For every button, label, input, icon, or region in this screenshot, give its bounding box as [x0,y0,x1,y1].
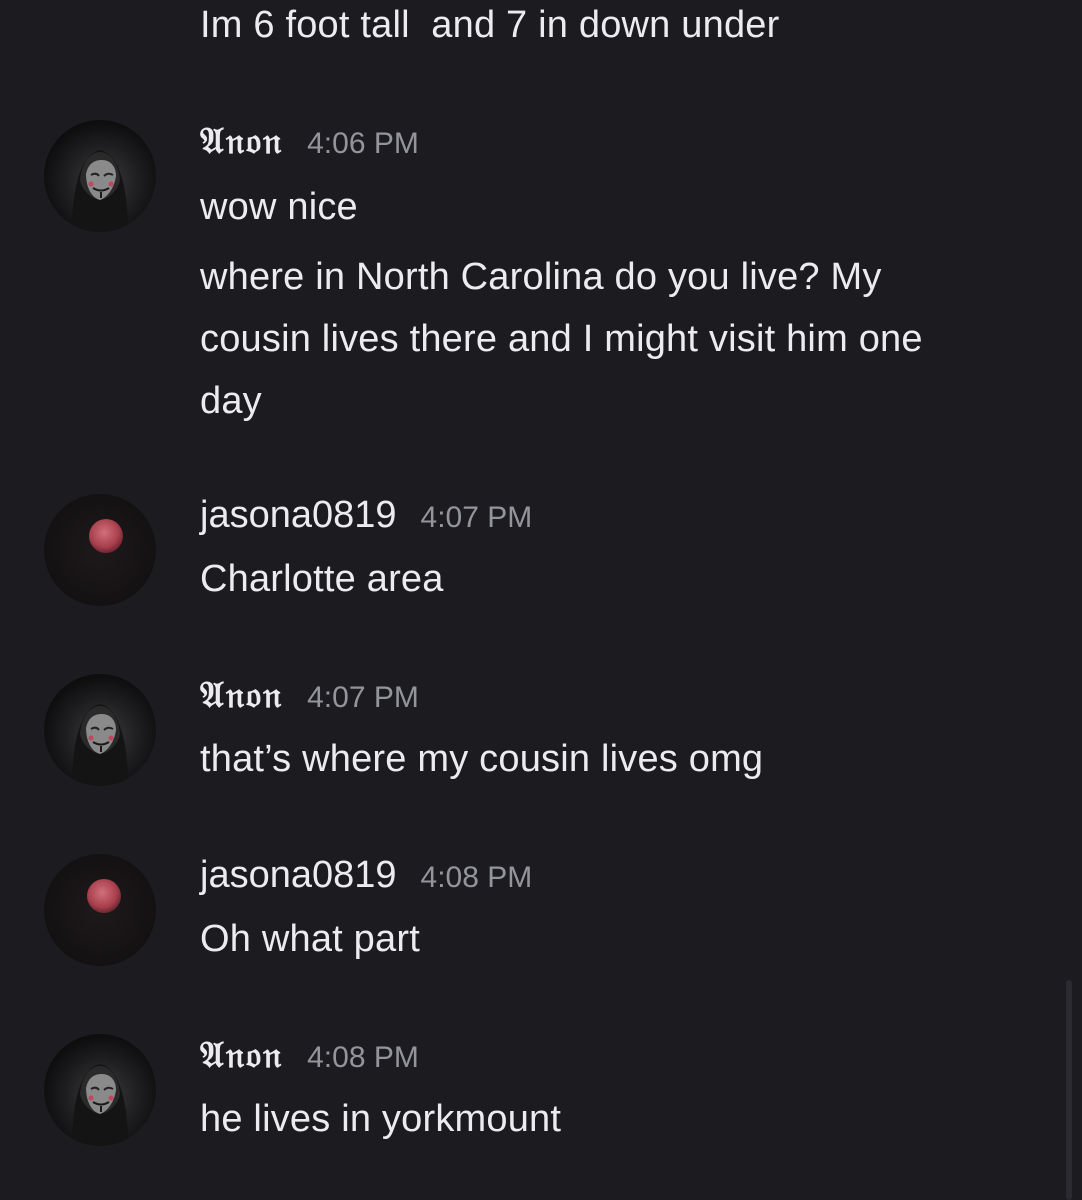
message-text: Charlotte area [200,558,444,600]
timestamp: 4:06 PM [307,127,419,160]
anonymous-mask-icon [72,704,128,786]
username[interactable]: 𝔄𝔫𝔬𝔫 [200,1034,283,1077]
timestamp: 4:08 PM [420,861,533,894]
username[interactable]: jasona0819 [200,854,397,897]
message-text: Im 6 foot tall and 7 in down under [200,4,780,46]
message-header: 𝔄𝔫𝔬𝔫 4:07 PM [200,674,419,730]
timestamp: 4:07 PM [420,501,533,534]
username[interactable]: jasona0819 [200,494,397,537]
username[interactable]: 𝔄𝔫𝔬𝔫 [200,120,283,163]
timestamp: 4:08 PM [307,1041,419,1074]
blood-moon-icon [89,519,123,553]
message-text: where in North Carolina do you live? My [200,256,882,298]
user-avatar[interactable] [44,120,156,232]
message-header: 𝔄𝔫𝔬𝔫 4:06 PM [200,120,419,176]
message-header: jasona0819 4:08 PM [200,854,532,910]
user-avatar[interactable] [44,494,156,606]
message-text: cousin lives there and I might visit him… [200,318,923,360]
anonymous-mask-icon [72,150,128,232]
message-text: Oh what part [200,918,420,960]
user-avatar[interactable] [44,1034,156,1146]
anonymous-mask-icon [72,1064,128,1146]
message-text: wow nice [200,186,358,228]
message-text: that’s where my cousin lives omg [200,738,764,780]
message-text: he lives in yorkmount [200,1098,562,1140]
username[interactable]: 𝔄𝔫𝔬𝔫 [200,674,283,717]
chat-message-list[interactable]: Im 6 foot tall and 7 in down under 𝔄𝔫𝔬𝔫 … [0,0,1082,1200]
message-header: 𝔄𝔫𝔬𝔫 4:08 PM [200,1034,419,1090]
message-text: day [200,380,262,422]
user-avatar[interactable] [44,674,156,786]
scrollbar[interactable] [1066,980,1072,1200]
message-header: jasona0819 4:07 PM [200,494,532,550]
timestamp: 4:07 PM [307,681,419,714]
user-avatar[interactable] [44,854,156,966]
blood-moon-icon [87,879,121,913]
